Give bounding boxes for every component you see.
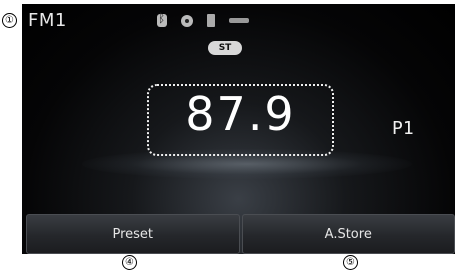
radio-screen: FM1 ST 87.9 P1 Preset A.Store [22, 4, 455, 254]
usb-icon [229, 18, 249, 23]
status-icon-bar [157, 11, 249, 27]
frequency-display: 87.9 [185, 87, 296, 141]
stereo-badge: ST [208, 41, 242, 55]
auto-store-button[interactable]: A.Store [241, 214, 455, 254]
band-label[interactable]: FM1 [28, 10, 67, 31]
callout-5: ⑤ [343, 255, 358, 270]
bottom-button-bar: Preset A.Store [26, 214, 455, 254]
disc-icon [181, 14, 193, 27]
preset-number: P1 [392, 118, 414, 139]
ipod-icon [207, 14, 215, 27]
callout-4: ④ [122, 255, 137, 270]
bluetooth-icon [157, 11, 167, 27]
callout-1: ① [2, 13, 17, 28]
preset-button[interactable]: Preset [26, 214, 240, 254]
